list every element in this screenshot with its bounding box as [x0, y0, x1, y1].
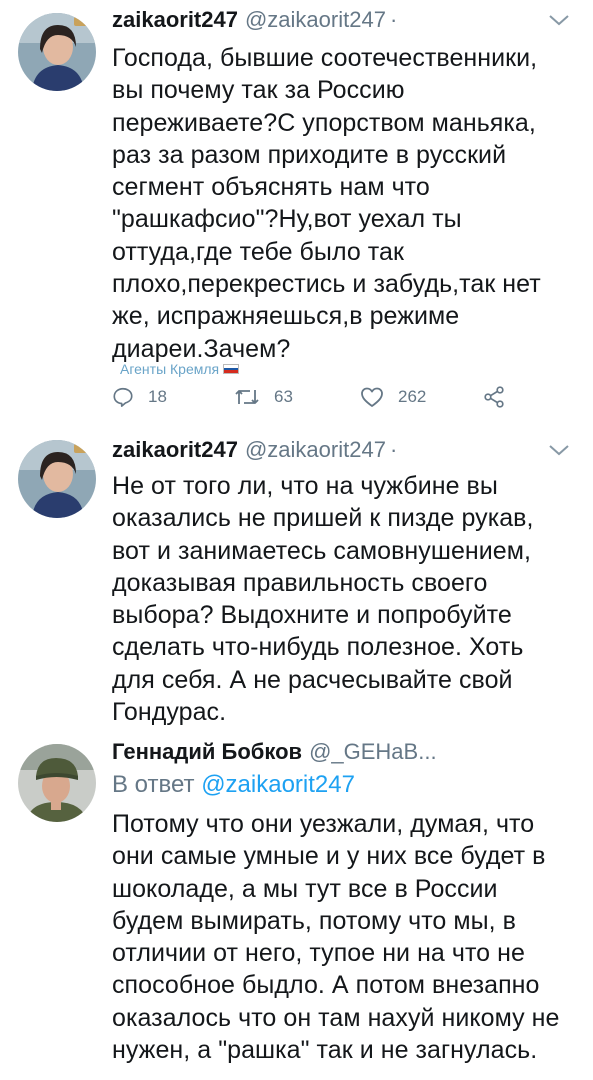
share-button[interactable]	[482, 382, 506, 412]
user-handle[interactable]: @_GEHaB...	[309, 739, 437, 765]
avatar[interactable]	[18, 744, 96, 822]
reply-button[interactable]: 18	[112, 382, 167, 412]
avatar[interactable]	[18, 13, 96, 91]
reply-icon	[113, 387, 133, 407]
chevron-down-icon[interactable]	[547, 12, 571, 28]
like-button[interactable]: 262	[360, 382, 426, 412]
russia-flag-icon	[223, 364, 240, 374]
label-tag: Агенты Кремля	[120, 361, 240, 377]
replying-to: В ответ @zaikaorit247	[112, 768, 565, 802]
retweet-count: 63	[274, 387, 293, 406]
user-handle[interactable]: @zaikaorit247	[245, 437, 386, 463]
share-icon	[484, 386, 504, 408]
reply-count: 18	[148, 387, 167, 406]
tweet-text: Потому что они уезжали, думая, что они с…	[112, 810, 560, 1065]
tweet-text: Господа, бывшие соотечественники, вы поч…	[112, 44, 541, 363]
tweet-2[interactable]: zaikaorit247 @zaikaorit247 · Не от того …	[0, 430, 593, 730]
display-name[interactable]: zaikaorit247	[112, 7, 238, 33]
replying-prefix: В ответ	[112, 771, 195, 798]
user-handle[interactable]: @zaikaorit247	[245, 7, 386, 33]
separator-dot: ·	[389, 7, 398, 32]
replying-mention[interactable]: @zaikaorit247	[201, 771, 355, 798]
avatar[interactable]	[18, 440, 96, 518]
tweet-text: Не от того ли, что на чужбине вы оказали…	[112, 472, 534, 727]
display-name[interactable]: Геннадий Бобков	[112, 739, 302, 765]
tweet-3[interactable]: Геннадий Бобков @_GEHaB... В ответ @zaik…	[0, 736, 593, 1080]
separator-dot: ·	[389, 437, 398, 462]
display-name[interactable]: zaikaorit247	[112, 437, 238, 463]
retweet-button[interactable]: 63	[234, 382, 293, 412]
chevron-down-icon[interactable]	[547, 442, 571, 458]
like-icon	[361, 387, 383, 407]
label-tag-text: Агенты Кремля	[120, 361, 220, 377]
tweet-1[interactable]: zaikaorit247 @zaikaorit247 · Господа, бы…	[0, 0, 593, 430]
retweet-icon	[235, 390, 259, 404]
like-count: 262	[398, 387, 427, 406]
